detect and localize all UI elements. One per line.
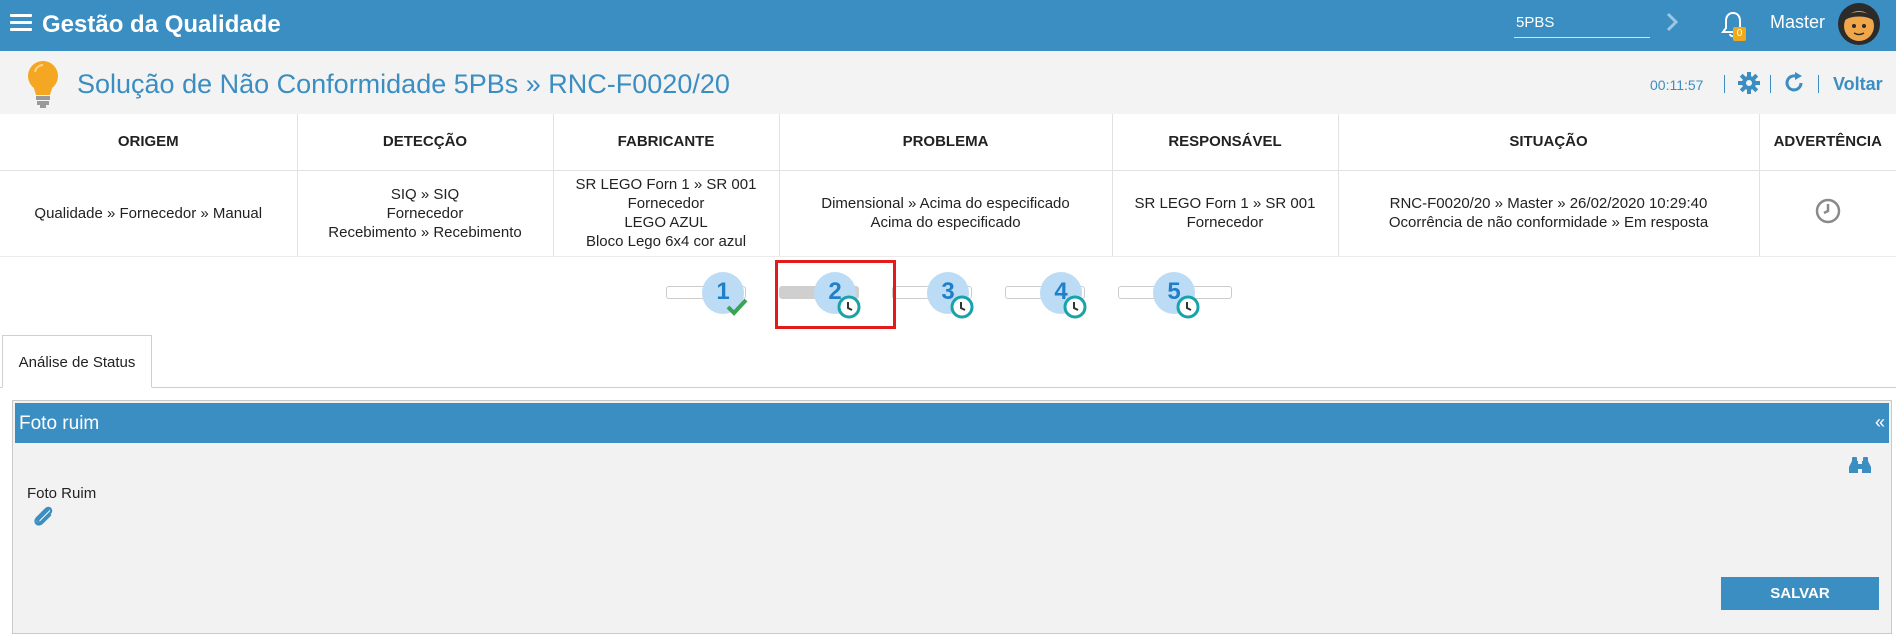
- notification-badge: 0: [1733, 27, 1746, 41]
- back-link[interactable]: Voltar: [1833, 74, 1883, 95]
- cell-line: Acima do especificado: [870, 214, 1021, 231]
- table-header-row: ORIGEM DETECÇÃO FABRICANTE PROBLEMA RESP…: [0, 114, 1896, 171]
- step-1[interactable]: 1: [702, 272, 748, 316]
- clock-icon: [1063, 295, 1087, 319]
- panel-header[interactable]: Foto ruim «: [15, 403, 1889, 443]
- step-3[interactable]: 3: [927, 272, 974, 319]
- step-highlight-box: [775, 260, 896, 329]
- cell-line: SR LEGO Forn 1 » SR 001: [575, 176, 757, 193]
- cell-line: SR LEGO Forn 1 » SR 001: [1134, 195, 1316, 212]
- nonconformity-table: ORIGEM DETECÇÃO FABRICANTE PROBLEMA RESP…: [0, 114, 1896, 257]
- column-header-deteccao: DETECÇÃO: [297, 114, 554, 171]
- clock-icon: [950, 295, 974, 319]
- cell-origem: Qualidade » Fornecedor » Manual: [0, 170, 298, 257]
- table-row: Qualidade » Fornecedor » Manual SIQ » SI…: [0, 170, 1896, 257]
- column-header-origem: ORIGEM: [0, 114, 298, 171]
- page-header: Solução de Não Conformidade 5PBs » RNC-F…: [0, 51, 1896, 114]
- column-header-advertencia: ADVERTÊNCIA: [1759, 114, 1896, 171]
- search-input[interactable]: [1514, 8, 1650, 38]
- cell-problema: Dimensional » Acima do especificado Acim…: [779, 170, 1113, 257]
- paperclip-icon[interactable]: [31, 504, 57, 530]
- cell-line: SIQ » SIQ: [390, 185, 460, 203]
- refresh-icon[interactable]: [1782, 71, 1806, 95]
- cell-line: LEGO AZUL: [624, 214, 708, 231]
- clock-icon[interactable]: [1814, 197, 1842, 225]
- collapse-icon[interactable]: «: [1875, 412, 1885, 433]
- chevron-right-icon[interactable]: [1662, 10, 1682, 34]
- page-title: Solução de Não Conformidade 5PBs » RNC-F…: [77, 69, 730, 99]
- tab-analise-de-status[interactable]: Análise de Status: [2, 335, 152, 388]
- column-header-fabricante: FABRICANTE: [553, 114, 780, 171]
- check-icon: [726, 298, 748, 316]
- cell-fabricante: SR LEGO Forn 1 » SR 001 Fornecedor LEGO …: [553, 170, 780, 257]
- cell-line: RNC-F0020/20 » Master » 26/02/2020 10:29…: [1389, 195, 1708, 212]
- column-header-responsavel: RESPONSÁVEL: [1112, 114, 1339, 171]
- cell-line: Bloco Lego 6x4 cor azul: [585, 233, 747, 250]
- save-button[interactable]: SALVAR: [1721, 577, 1879, 610]
- lightbulb-icon: [28, 61, 58, 108]
- hamburger-menu-icon[interactable]: [10, 14, 32, 34]
- column-header-situacao: SITUAÇÃO: [1338, 114, 1760, 171]
- cell-line: Fornecedor: [627, 195, 705, 212]
- cell-line: Fornecedor: [386, 204, 464, 222]
- gear-icon[interactable]: [1737, 71, 1761, 95]
- tab-divider: [0, 387, 1896, 388]
- step-4[interactable]: 4: [1040, 272, 1087, 319]
- cell-deteccao: SIQ » SIQ Fornecedor Recebimento » Receb…: [297, 170, 554, 257]
- cell-line: Dimensional » Acima do especificado: [821, 195, 1070, 212]
- cell-line: Fornecedor: [1186, 214, 1264, 231]
- avatar[interactable]: [1838, 3, 1880, 45]
- workflow-stepper: 1 2 3 4 5: [666, 270, 1232, 319]
- step-5[interactable]: 5: [1153, 272, 1200, 319]
- column-header-problema: PROBLEMA: [779, 114, 1113, 171]
- binoculars-icon[interactable]: [1848, 455, 1872, 477]
- field-label-foto-ruim: Foto Ruim: [27, 485, 97, 502]
- cell-responsavel: SR LEGO Forn 1 » SR 001 Fornecedor: [1112, 170, 1339, 257]
- top-navbar: Gestão da Qualidade 0 Master: [0, 0, 1896, 51]
- divider: [1818, 75, 1819, 93]
- clock-icon: [1176, 295, 1200, 319]
- app-title[interactable]: Gestão da Qualidade: [42, 11, 281, 39]
- cell-line: Recebimento » Recebimento: [328, 223, 522, 241]
- cell-line: Qualidade » Fornecedor » Manual: [34, 204, 263, 222]
- cell-line: Ocorrência de não conformidade » Em resp…: [1388, 214, 1709, 231]
- panel-title: Foto ruim: [19, 413, 100, 434]
- session-timer: 00:11:57: [1650, 77, 1704, 93]
- cell-situacao: RNC-F0020/20 » Master » 26/02/2020 10:29…: [1338, 170, 1760, 257]
- divider: [1724, 75, 1725, 93]
- divider: [1770, 75, 1771, 93]
- foto-ruim-panel: Foto ruim « Foto Ruim SALVAR: [12, 400, 1892, 634]
- user-name[interactable]: Master: [1770, 12, 1825, 33]
- cell-advertencia: [1759, 170, 1896, 257]
